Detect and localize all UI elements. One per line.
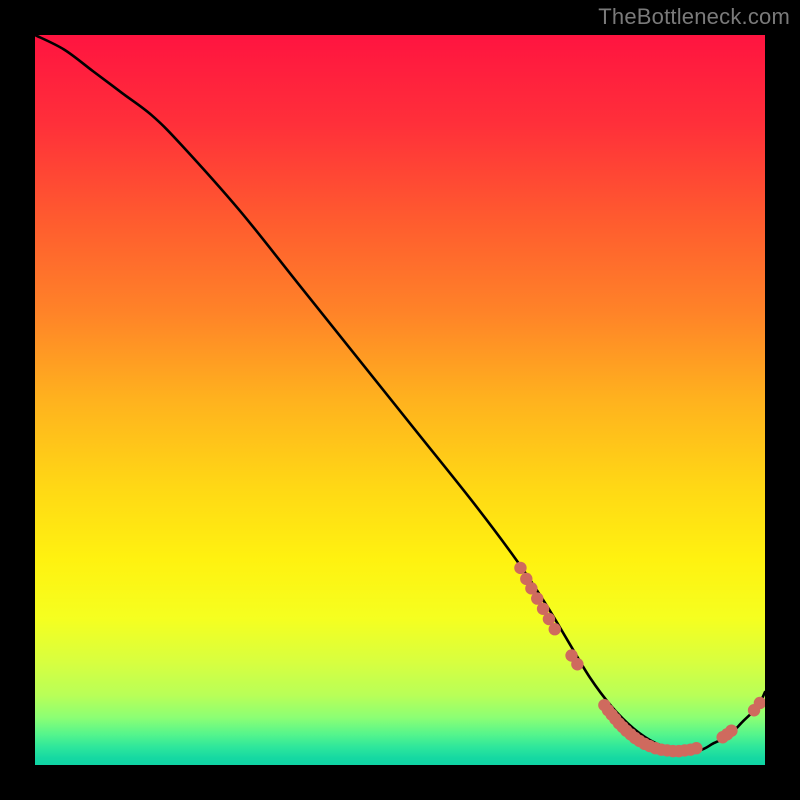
curve-marker [725,724,737,736]
curve-marker [549,623,561,635]
gradient-rect [35,35,765,765]
attribution-text: TheBottleneck.com [598,4,790,30]
chart-frame: TheBottleneck.com [0,0,800,800]
chart-svg [35,35,765,765]
curve-marker [571,658,583,670]
curve-marker [514,562,526,574]
plot-area [35,35,765,765]
curve-marker [690,742,702,754]
